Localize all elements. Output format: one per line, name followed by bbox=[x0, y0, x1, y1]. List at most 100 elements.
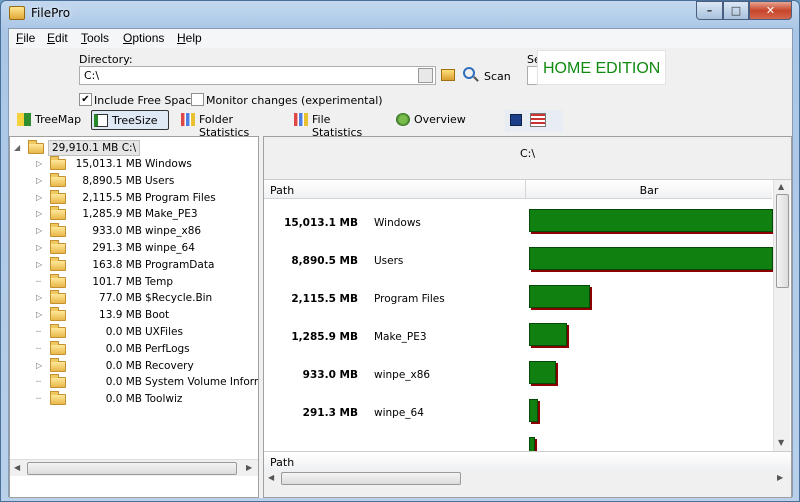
tab-treesize-label: TreeSize bbox=[112, 114, 158, 127]
expand-arrow-icon[interactable]: ▷ bbox=[36, 361, 42, 370]
tree-item[interactable]: ▷ 933.0 MB winpe_x86 bbox=[36, 223, 256, 240]
grid-row-size: 1,285.9 MB bbox=[291, 331, 358, 343]
title-bar[interactable]: FilePro – □ ✕ bbox=[1, 1, 799, 27]
bar-chart-icon bbox=[294, 113, 308, 126]
scroll-up-icon[interactable]: ▲ bbox=[778, 182, 784, 191]
tree-item[interactable]: ▷ 13.9 MB Boot bbox=[36, 307, 256, 324]
expand-arrow-icon[interactable]: ▷ bbox=[36, 293, 42, 302]
scan-button[interactable]: Scan bbox=[484, 70, 511, 83]
tree-item[interactable]: ┈ 0.0 MB PerfLogs bbox=[36, 340, 256, 358]
tree-item-size: 0.0 MB bbox=[105, 359, 142, 372]
menu-options[interactable]: Options bbox=[123, 31, 164, 45]
scroll-thumb[interactable] bbox=[776, 194, 789, 288]
monitor-changes-checkbox[interactable] bbox=[191, 93, 204, 106]
menu-edit[interactable]: Edit bbox=[47, 31, 68, 45]
grid-row-name: Program Files bbox=[374, 293, 445, 305]
expand-arrow-icon[interactable]: ▷ bbox=[36, 159, 42, 168]
tree-item-size: 77.0 MB bbox=[99, 292, 142, 305]
expand-arrow-icon[interactable]: ▷ bbox=[36, 176, 42, 185]
tab-overview[interactable]: Overview bbox=[394, 110, 469, 130]
tree-item[interactable]: ┈ 0.0 MB Toolwiz bbox=[36, 391, 256, 408]
grid-row[interactable]: 1,285.9 MB Make_PE3 bbox=[264, 318, 772, 356]
app-window: FilePro – □ ✕ File Edit Tools Options He… bbox=[0, 0, 800, 502]
tree-line-icon: ┈ bbox=[36, 327, 41, 336]
tree-item[interactable]: ┈ 101.7 MB Temp bbox=[36, 273, 256, 291]
tree-item[interactable]: ▷ 77.0 MB $Recycle.Bin bbox=[36, 290, 256, 307]
size-bar bbox=[529, 323, 567, 346]
treemap-icon bbox=[17, 113, 31, 126]
grid-row[interactable]: 291.3 MB winpe_64 bbox=[264, 394, 772, 432]
tree-item-size: 0.0 MB bbox=[105, 376, 142, 389]
grid-row-size: 2,115.5 MB bbox=[291, 293, 358, 305]
tree-item[interactable]: ▷ 2,115.5 MB Program Files bbox=[36, 189, 256, 207]
expand-arrow-icon[interactable]: ▷ bbox=[36, 260, 42, 269]
open-folder-icon[interactable] bbox=[441, 69, 455, 81]
grid-row[interactable]: 8,890.5 MB Users bbox=[264, 242, 773, 280]
tree-line-icon: ┈ bbox=[36, 276, 41, 286]
collapse-arrow-icon[interactable]: ◢ bbox=[14, 143, 20, 152]
expand-arrow-icon[interactable]: ▷ bbox=[36, 310, 42, 319]
tree-horizontal-scrollbar[interactable]: ◀ ▶ bbox=[10, 459, 258, 476]
grid-row[interactable]: 15,013.1 MB Windows bbox=[264, 204, 773, 242]
include-free-space-checkbox[interactable]: ✔ bbox=[79, 93, 92, 106]
tree-item-size: 163.8 MB bbox=[92, 258, 142, 271]
tree-item[interactable]: ▷ 15,013.1 MB Windows bbox=[36, 156, 256, 173]
grid-row-name: winpe_64 bbox=[374, 407, 424, 419]
grid-horizontal-scrollbar[interactable]: ◀ ▶ bbox=[264, 470, 791, 487]
detail-title: C:\ bbox=[519, 147, 536, 160]
grid-header: Path Bar bbox=[264, 180, 772, 199]
tab-folder-statistics[interactable]: Folder Statistics bbox=[179, 110, 279, 139]
tab-treesize[interactable]: TreeSize bbox=[91, 110, 169, 130]
tree-item-size: 8,890.5 MB bbox=[82, 174, 142, 187]
folder-icon bbox=[50, 307, 66, 322]
tab-treemap[interactable]: TreeMap bbox=[15, 110, 85, 130]
scroll-left-icon[interactable]: ◀ bbox=[14, 463, 20, 472]
grid-row[interactable]: 2,115.5 MB Program Files bbox=[264, 280, 772, 318]
menu-tools[interactable]: Tools bbox=[81, 31, 109, 45]
grid-vertical-scrollbar[interactable]: ▲ ▼ bbox=[773, 180, 790, 452]
menu-help[interactable]: Help bbox=[177, 31, 202, 45]
expand-arrow-icon[interactable]: ▷ bbox=[36, 226, 42, 235]
directory-input[interactable]: C:\ bbox=[79, 66, 436, 85]
tab-file-statistics[interactable]: File Statistics bbox=[292, 110, 382, 139]
scroll-right-icon[interactable]: ▶ bbox=[246, 463, 252, 472]
scroll-left-icon[interactable]: ◀ bbox=[268, 473, 274, 482]
expand-arrow-icon[interactable]: ▷ bbox=[36, 209, 42, 218]
minimize-button[interactable]: – bbox=[696, 1, 723, 20]
detail-pane: C:\ Path Bar 15,013.1 MB Windows 8,890.5 M… bbox=[263, 136, 792, 498]
scan-magnifier-icon[interactable] bbox=[463, 67, 475, 79]
maximize-button[interactable]: □ bbox=[723, 1, 749, 20]
folder-icon bbox=[50, 290, 66, 305]
tree-item-name: Program Files bbox=[145, 191, 216, 204]
grid-row-size: 15,013.1 MB bbox=[284, 217, 358, 229]
grid-row-size: 933.0 MB bbox=[302, 369, 358, 381]
app-folder-icon bbox=[9, 6, 25, 20]
tree-item[interactable]: ▷ 0.0 MB Recovery bbox=[36, 357, 256, 375]
expand-arrow-icon[interactable]: ▷ bbox=[36, 193, 42, 202]
tree-item[interactable]: ┈ 0.0 MB UXFiles bbox=[36, 324, 256, 341]
expand-arrow-icon[interactable]: ▷ bbox=[36, 243, 42, 252]
grid-footer: Path bbox=[264, 451, 791, 470]
scroll-thumb[interactable] bbox=[27, 462, 237, 475]
scroll-right-icon[interactable]: ▶ bbox=[777, 473, 783, 482]
browse-folder-icon[interactable] bbox=[418, 68, 433, 83]
column-header-path[interactable]: Path bbox=[270, 184, 294, 197]
scroll-down-icon[interactable]: ▼ bbox=[778, 438, 784, 447]
export-icon[interactable] bbox=[530, 113, 546, 127]
column-header-bar[interactable]: Bar bbox=[525, 180, 772, 199]
tree-item[interactable]: ┈ 0.0 MBSystem Volume Information bbox=[36, 374, 258, 391]
tree-item[interactable]: ▷ 1,285.9 MB Make_PE3 bbox=[36, 206, 256, 223]
save-icon[interactable] bbox=[510, 114, 522, 126]
grid-row[interactable]: 933.0 MB winpe_x86 bbox=[264, 356, 772, 394]
view-tabs: TreeMap TreeSize Folder Statistics File … bbox=[9, 108, 569, 139]
tree-item-name: Windows bbox=[145, 158, 192, 170]
menu-file[interactable]: File bbox=[16, 31, 35, 45]
scroll-thumb[interactable] bbox=[281, 472, 461, 485]
tree-item[interactable]: ▷ 8,890.5 MB Users bbox=[36, 172, 256, 190]
tree-item[interactable]: ▷ 291.3 MB winpe_64 bbox=[36, 240, 256, 257]
close-button[interactable]: ✕ bbox=[749, 1, 792, 20]
folder-icon bbox=[50, 189, 66, 204]
edition-badge: HOME EDITION bbox=[537, 50, 666, 85]
tree-item[interactable]: ▷ 163.8 MB ProgramData bbox=[36, 256, 256, 274]
size-grid: Path Bar 15,013.1 MB Windows 8,890.5 MB Use… bbox=[264, 179, 791, 460]
